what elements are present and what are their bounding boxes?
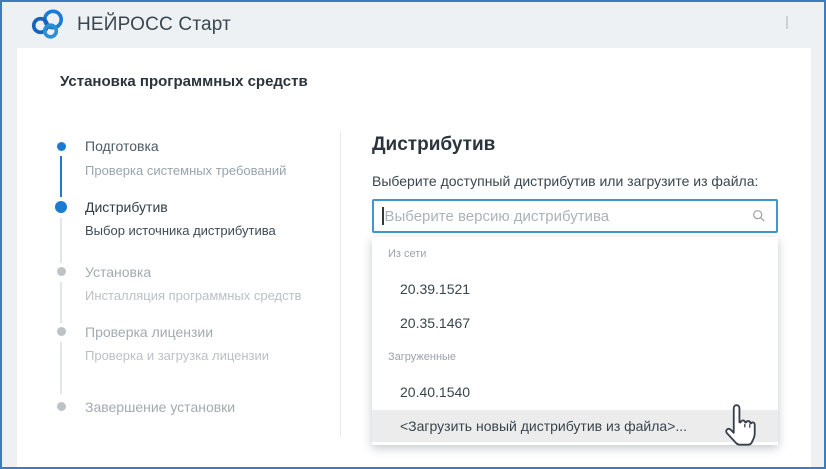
content-heading: Дистрибутив: [372, 134, 495, 156]
distribution-combobox[interactable]: [372, 199, 778, 233]
step-dot-distribution: [55, 201, 67, 213]
step-title-finish: Завершение установки: [85, 398, 235, 416]
app-title: НЕЙРОСС Старт: [77, 14, 231, 36]
search-icon: [752, 209, 766, 223]
step-title-distribution: Дистрибутив: [85, 198, 168, 216]
step-title-installation: Установка: [85, 263, 151, 281]
step-title-preparation: Подготовка: [85, 137, 159, 155]
step-connector: [60, 282, 62, 323]
dropdown-item-version[interactable]: 20.40.1540: [372, 375, 778, 409]
dropdown-item-version[interactable]: 20.35.1467: [372, 306, 778, 340]
step-dot-installation: [57, 267, 66, 276]
distribution-dropdown: Из сети 20.39.1521 20.35.1467 Загруженны…: [372, 237, 778, 445]
step-subtitle-preparation: Проверка системных требований: [85, 162, 286, 179]
dropdown-group-uploaded: Загруженные: [388, 350, 456, 364]
neyross-logo-icon: [30, 8, 66, 42]
sidebar-divider: [340, 132, 341, 437]
scrollbar-thumb[interactable]: [786, 16, 788, 29]
page-title: Установка программных средств: [60, 73, 308, 90]
step-dot-license-check: [57, 327, 66, 336]
app-header: НЕЙРОСС Старт: [2, 2, 824, 48]
dropdown-item-load-from-file[interactable]: <Загрузить новый дистрибутив из файла>..…: [372, 410, 778, 442]
step-subtitle-installation: Инсталляция программных средств: [85, 287, 301, 304]
step-connector: [60, 156, 62, 197]
step-subtitle-license-check: Проверка и загрузка лицензии: [85, 347, 269, 364]
step-connector: [60, 218, 62, 263]
step-dot-finish: [57, 402, 66, 411]
hand-pointer-cursor: [722, 404, 756, 448]
step-title-license-check: Проверка лицензии: [85, 323, 213, 341]
step-subtitle-distribution: Выбор источника дистрибутива: [85, 222, 276, 239]
step-connector: [60, 342, 62, 394]
step-dot-preparation: [57, 142, 66, 151]
text-caret: [382, 207, 384, 225]
dropdown-group-network: Из сети: [388, 247, 426, 261]
installer-panel: Установка программных средств Подготовка…: [17, 48, 811, 467]
content-description: Выберите доступный дистрибутив или загру…: [372, 172, 758, 190]
distribution-search-input[interactable]: [385, 208, 753, 225]
dropdown-item-version[interactable]: 20.39.1521: [372, 272, 778, 306]
